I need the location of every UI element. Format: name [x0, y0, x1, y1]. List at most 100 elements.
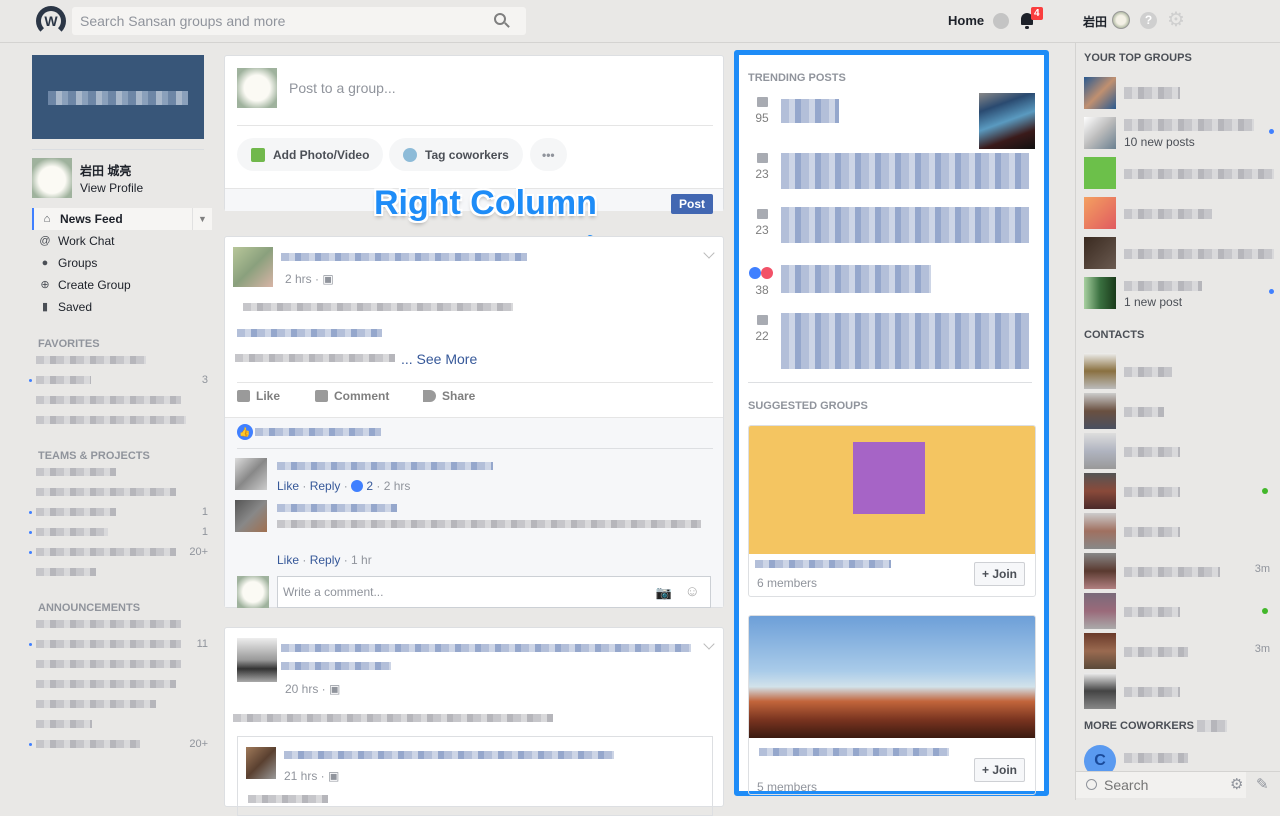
contact-item[interactable] [1084, 353, 1274, 389]
comment-button[interactable]: Comment [315, 389, 389, 403]
comment-like-link[interactable]: Like [277, 553, 299, 567]
comment-reply-link[interactable]: Reply [310, 479, 341, 493]
team-item[interactable] [32, 482, 212, 502]
chat-bubble-icon[interactable] [993, 13, 1009, 29]
tag-coworkers-button[interactable]: Tag coworkers [389, 138, 523, 171]
top-group-item[interactable] [1084, 77, 1274, 111]
share-button[interactable]: Share [423, 389, 475, 403]
chevron-down-icon[interactable]: ▼ [192, 208, 212, 230]
top-group-item[interactable]: 10 new posts [1084, 117, 1274, 151]
team-item[interactable] [32, 462, 212, 482]
reaction-count[interactable]: 2 [366, 479, 373, 493]
join-group-button[interactable]: + Join [973, 562, 1025, 586]
see-more-link[interactable]: ... See More [401, 351, 477, 367]
search-icon[interactable] [494, 13, 506, 25]
search-input[interactable] [72, 7, 472, 35]
user-name-link[interactable]: 岩田 [1083, 13, 1107, 30]
favorite-item[interactable] [32, 390, 212, 410]
nav-news-feed[interactable]: ⌂ News Feed ▼ [32, 208, 212, 230]
write-comment-input[interactable]: Write a comment... 📷 ☺ [277, 576, 711, 608]
top-group-item[interactable] [1084, 157, 1274, 191]
chevron-down-icon[interactable] [703, 247, 715, 259]
trending-post-link[interactable] [781, 153, 1029, 189]
group-name[interactable] [755, 560, 891, 568]
group-cover-image[interactable] [749, 616, 1035, 738]
trending-post-link[interactable] [781, 99, 839, 123]
like-button[interactable]: Like [237, 389, 280, 403]
nav-groups[interactable]: ● Groups [32, 252, 212, 274]
suggested-group-card[interactable]: 6 members + Join [748, 425, 1036, 597]
workplace-logo-icon[interactable]: W [36, 6, 66, 36]
favorite-item[interactable] [32, 410, 212, 430]
trending-post-link[interactable] [781, 265, 931, 293]
view-profile-link[interactable]: View Profile [80, 181, 143, 195]
comment-reply-link[interactable]: Reply [310, 553, 341, 567]
comment-time[interactable]: · 1 hr [344, 553, 372, 567]
announcement-item[interactable]: 11 [29, 634, 212, 654]
search-box[interactable] [72, 7, 526, 35]
profile-link[interactable]: 岩田 城亮 View Profile [32, 158, 212, 198]
top-group-item[interactable] [1084, 237, 1274, 271]
post-time[interactable]: 20 hrs · ▣ [285, 682, 340, 696]
chevron-down-icon[interactable] [703, 638, 715, 650]
contact-item[interactable] [1084, 673, 1274, 709]
top-group-item[interactable]: 1 new post [1084, 277, 1274, 311]
comment-like-link[interactable]: Like [277, 479, 299, 493]
author-name[interactable] [281, 644, 691, 652]
team-item[interactable] [32, 562, 212, 582]
contact-item[interactable] [1084, 393, 1274, 429]
trending-post-link[interactable] [781, 313, 1029, 369]
team-item[interactable]: 1 [29, 502, 212, 522]
more-options-button[interactable]: ••• [530, 138, 567, 171]
add-photo-video-button[interactable]: Add Photo/Video [237, 138, 384, 171]
top-group-item[interactable] [1084, 197, 1274, 231]
new-message-icon[interactable]: ✎ [1256, 775, 1269, 793]
shared-author-name[interactable] [284, 751, 614, 759]
coworker-name[interactable] [1124, 753, 1188, 763]
nav-create-group[interactable]: ⊕ Create Group [32, 274, 212, 296]
likers-list[interactable] [255, 428, 381, 436]
profile-avatar[interactable] [32, 158, 72, 198]
group-name[interactable] [759, 748, 949, 756]
team-item[interactable]: 1 [29, 522, 212, 542]
nav-work-chat[interactable]: @ Work Chat [32, 230, 212, 252]
favorite-item[interactable] [32, 350, 212, 370]
contact-item[interactable]: 3m [1084, 553, 1274, 589]
trending-post-thumbnail[interactable] [979, 93, 1035, 149]
contact-item[interactable] [1084, 593, 1274, 629]
chat-settings-gear-icon[interactable]: ⚙ [1230, 775, 1243, 793]
comment-time[interactable]: · 2 hrs [376, 479, 410, 493]
emoji-icon[interactable]: ☺ [685, 583, 700, 600]
join-group-button[interactable]: + Join [973, 758, 1025, 782]
post-target[interactable] [281, 662, 391, 670]
author-name[interactable] [281, 253, 527, 261]
user-avatar[interactable] [1112, 11, 1130, 29]
announcement-item[interactable] [32, 654, 212, 674]
announcement-item[interactable] [32, 714, 212, 734]
post-button[interactable]: Post [670, 194, 713, 214]
announcement-item[interactable]: 20+ [29, 734, 212, 754]
team-item[interactable]: 20+ [29, 542, 212, 562]
shared-author-avatar[interactable] [246, 747, 276, 779]
shared-post[interactable]: 21 hrs · ▣ [237, 736, 713, 816]
announcement-item[interactable] [32, 674, 212, 694]
post-time[interactable]: 2 hrs · ▣ [285, 272, 334, 286]
suggested-group-card[interactable]: 5 members + Join [748, 615, 1036, 795]
commenter-avatar[interactable] [235, 458, 267, 490]
commenter-avatar[interactable] [235, 500, 267, 532]
composer-input[interactable]: Post to a group... [289, 80, 396, 96]
contact-item[interactable] [1084, 433, 1274, 469]
contact-item[interactable]: 3m [1084, 633, 1274, 669]
author-avatar[interactable] [233, 247, 273, 287]
announcement-item[interactable] [32, 694, 212, 714]
settings-gear-icon[interactable]: ⚙ [1167, 10, 1185, 30]
contact-item[interactable] [1084, 473, 1274, 509]
favorite-item[interactable]: 3 [29, 370, 212, 390]
author-avatar[interactable] [237, 638, 277, 682]
profile-name[interactable]: 岩田 城亮 [80, 162, 143, 179]
nav-saved[interactable]: ▮ Saved [32, 296, 212, 318]
group-cover-image[interactable] [749, 426, 1035, 554]
company-banner[interactable] [32, 55, 204, 139]
shared-post-time[interactable]: 21 hrs · ▣ [284, 769, 339, 783]
commenter-name[interactable] [277, 504, 397, 512]
